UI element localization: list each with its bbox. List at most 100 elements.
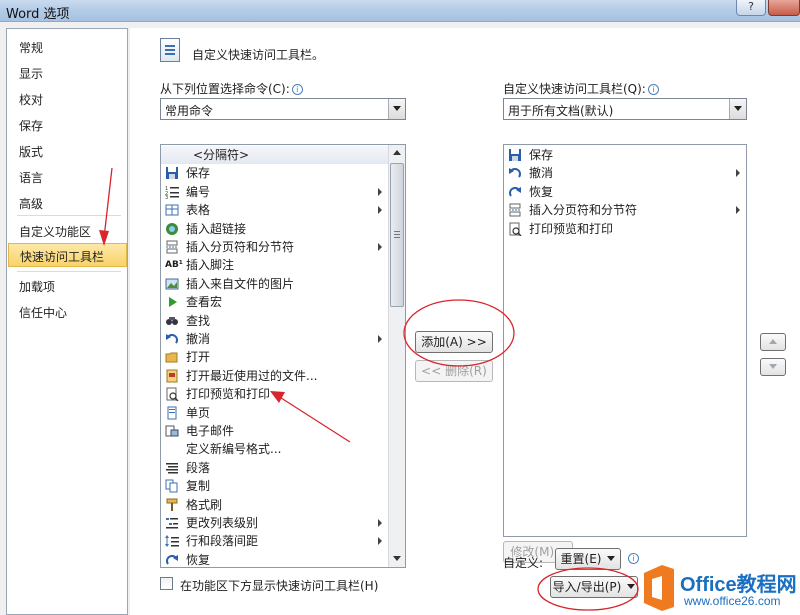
toolbar-command-item-label: 插入分页符和分节符 xyxy=(529,203,638,218)
available-command-item-label: 编号 xyxy=(186,184,211,199)
sidebar-item-customize-ribbon[interactable]: 自定义功能区 xyxy=(19,223,91,240)
chevron-down-icon xyxy=(607,556,616,561)
customize-toolbar-select[interactable]: 用于所有文档(默认) xyxy=(503,98,747,120)
available-command-item[interactable]: 插入来自文件的图片 xyxy=(161,275,388,293)
choose-commands-select[interactable]: 常用命令 xyxy=(160,98,406,120)
hyperlink-icon xyxy=(166,222,178,235)
toolbar-command-item[interactable]: 恢复 xyxy=(504,183,746,201)
customize-toolbar-label-text: 自定义快速访问工具栏(Q): xyxy=(503,82,646,96)
available-command-item[interactable]: 段落 xyxy=(161,459,388,477)
chevron-right-icon xyxy=(736,169,740,178)
undo-icon xyxy=(166,334,178,344)
available-command-item[interactable]: 插入分页符和分节符 xyxy=(161,238,388,256)
chevron-right-icon xyxy=(378,335,382,343)
available-command-item[interactable]: 更改列表级别 xyxy=(161,514,388,532)
svg-text:3: 3 xyxy=(165,195,168,199)
remove-button[interactable]: << 删除(R) xyxy=(415,360,493,382)
scroll-up-icon[interactable] xyxy=(389,145,405,161)
available-command-item[interactable]: 查找 xyxy=(161,312,388,330)
sidebar-item-save[interactable]: 保存 xyxy=(19,117,43,134)
chevron-down-icon xyxy=(627,584,636,589)
sidebar-item-proofing[interactable]: 校对 xyxy=(19,91,43,108)
footnote-icon: AB¹ xyxy=(165,260,183,271)
info-icon: i xyxy=(647,84,659,95)
show-below-ribbon-checkbox[interactable] xyxy=(160,577,173,590)
available-command-item[interactable]: 表格 xyxy=(161,201,388,219)
scrollbar-thumb[interactable] xyxy=(390,163,404,307)
chevron-down-icon[interactable] xyxy=(729,99,746,119)
toolbar-command-item-label: 保存 xyxy=(529,148,554,162)
available-command-item[interactable]: 定义新编号格式... xyxy=(161,440,388,458)
sidebar-item-layout[interactable]: 版式 xyxy=(19,143,43,160)
line-spacing-icon xyxy=(165,535,179,548)
available-command-item[interactable]: 1 2 3 编号 xyxy=(161,183,388,201)
available-command-item[interactable]: 打开最近使用过的文件... xyxy=(161,367,388,385)
one-page-icon xyxy=(167,406,177,420)
watermark-brand: Office教程网 xyxy=(680,574,797,596)
available-command-item-label: 段落 xyxy=(186,460,211,475)
save-icon xyxy=(509,149,521,161)
info-icon: i xyxy=(291,84,303,95)
chevron-right-icon xyxy=(378,537,382,546)
available-command-item[interactable]: 单页 xyxy=(161,404,388,422)
available-command-item[interactable]: 查看宏 xyxy=(161,293,388,311)
options-dialog: 常规 显示 校对 保存 版式 语言 高级 自定义功能区 快速访问工具栏 加载项 … xyxy=(0,22,800,615)
help-button[interactable]: ? xyxy=(736,0,766,16)
add-button[interactable]: 添加(A) >> xyxy=(415,331,493,353)
available-command-item-label: 查看宏 xyxy=(186,295,223,310)
available-command-item[interactable]: 打印预览和打印 xyxy=(161,385,388,403)
sidebar-item-display[interactable]: 显示 xyxy=(19,65,43,82)
chevron-right-icon xyxy=(378,519,382,527)
options-content: 自定义快速访问工具栏。 从下列位置选择命令(C): i 常用命令 自定义快速访问工… xyxy=(130,28,800,615)
sidebar-item-language[interactable]: 语言 xyxy=(19,169,43,186)
sidebar-item-trust-center[interactable]: 信任中心 xyxy=(19,304,67,321)
scroll-down-icon[interactable] xyxy=(389,551,405,567)
available-command-item[interactable]: AB¹ 插入脚注 xyxy=(161,256,388,274)
available-command-item[interactable]: 打开 xyxy=(161,348,388,366)
available-command-item[interactable]: <分隔符> xyxy=(161,146,388,164)
available-command-item[interactable]: 复制 xyxy=(161,477,388,495)
toolbar-command-item[interactable]: 打印预览和打印 xyxy=(504,220,746,238)
toolbar-command-item[interactable]: 插入分页符和分节符 xyxy=(504,201,746,219)
available-command-item[interactable]: 撤消 xyxy=(161,330,388,348)
table-icon xyxy=(165,204,179,216)
copy-icon xyxy=(165,479,178,493)
sidebar-item-general[interactable]: 常规 xyxy=(19,39,43,56)
move-down-button[interactable] xyxy=(760,358,786,376)
available-command-item[interactable]: 保存 xyxy=(161,164,388,182)
watermark-url: www.office26.com xyxy=(684,594,781,608)
print-preview-icon xyxy=(166,387,179,402)
toolbar-commands-list[interactable]: 保存撤消恢复插入分页符和分节符打印预览和打印 xyxy=(503,144,747,537)
chevron-down-icon[interactable] xyxy=(388,99,405,119)
chevron-right-icon xyxy=(378,187,382,196)
customizations-label: 自定义: xyxy=(503,556,544,570)
available-command-item[interactable]: 恢复 xyxy=(161,551,388,567)
watermark-logo: Office教程网 www.office26.com xyxy=(640,561,800,615)
arrow-down-icon xyxy=(769,364,777,369)
available-command-item[interactable]: 格式刷 xyxy=(161,496,388,514)
available-commands-scrollbar[interactable] xyxy=(388,145,405,567)
available-commands-list[interactable]: <分隔符> 保存 1 2 3 编号 表格 插入超链接 插入分页符和分节符 AB¹ 插入脚注 插入来自文… xyxy=(160,144,406,568)
available-command-item-label: 保存 xyxy=(186,166,211,181)
available-command-item[interactable]: 电子邮件 xyxy=(161,422,388,440)
quick-access-toolbar-icon xyxy=(160,38,180,62)
sidebar-item-addins[interactable]: 加载项 xyxy=(19,278,55,295)
move-up-button[interactable] xyxy=(760,333,786,351)
toolbar-command-item[interactable]: 撤消 xyxy=(504,164,746,182)
chevron-right-icon xyxy=(378,206,382,215)
reset-button[interactable]: 重置(E) xyxy=(555,548,621,570)
toolbar-command-item[interactable]: 保存 xyxy=(504,146,746,164)
available-command-item[interactable]: 行和段落间距 xyxy=(161,532,388,550)
choose-commands-label-text: 从下列位置选择命令(C): xyxy=(160,82,290,96)
sidebar-item-quick-access-toolbar[interactable]: 快速访问工具栏 xyxy=(8,243,127,267)
available-command-item[interactable]: 插入超链接 xyxy=(161,220,388,238)
available-command-item-label: 插入分页符和分节符 xyxy=(186,240,295,254)
choose-commands-value: 常用命令 xyxy=(165,104,214,118)
page-break-icon xyxy=(509,203,521,217)
options-sidebar: 常规 显示 校对 保存 版式 语言 高级 自定义功能区 快速访问工具栏 加载项 … xyxy=(6,28,128,615)
import-export-button[interactable]: 导入/导出(P) xyxy=(550,576,638,598)
close-button[interactable] xyxy=(768,0,800,16)
toolbar-command-item-label: 撤消 xyxy=(529,166,554,181)
available-command-item-label: 打开最近使用过的文件... xyxy=(186,368,318,383)
sidebar-item-advanced[interactable]: 高级 xyxy=(19,195,43,212)
